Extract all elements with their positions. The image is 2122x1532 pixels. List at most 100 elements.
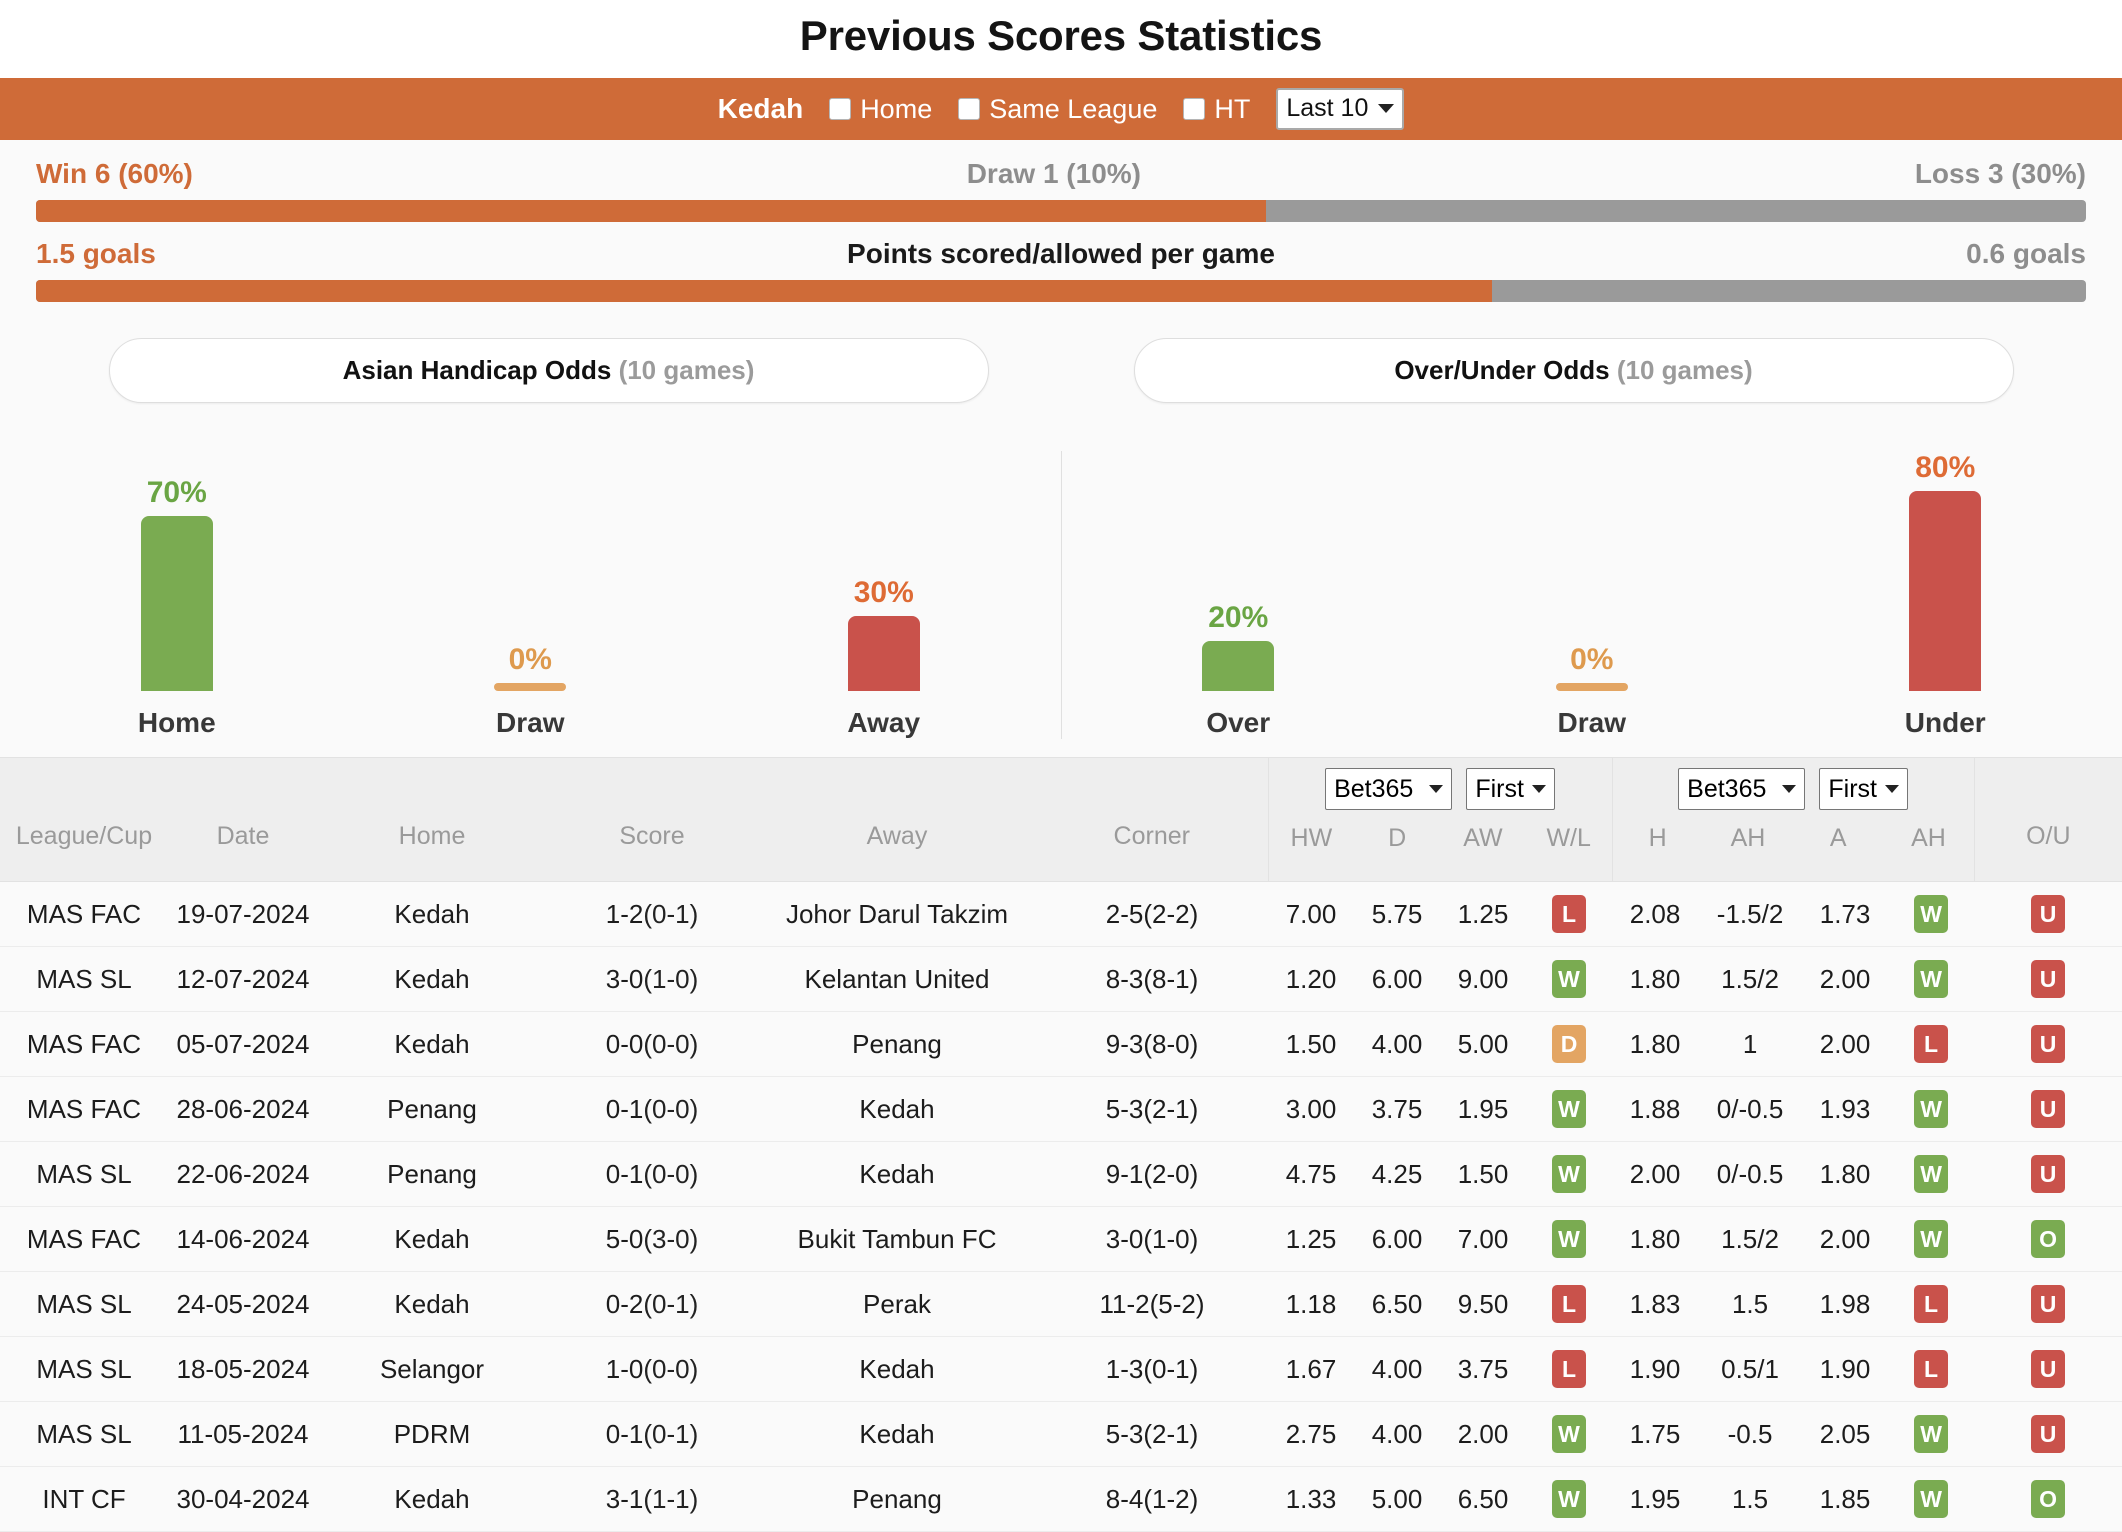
filter-home[interactable]: Home [829, 94, 932, 125]
points-row: 1.5 goals Points scored/allowed per game… [36, 238, 2086, 302]
col-date: Date [168, 758, 318, 882]
bar-category-label: Under [1905, 707, 1986, 739]
cell-away: Kedah [758, 1142, 1036, 1207]
cell-home: Kedah [318, 1467, 546, 1532]
page-title: Previous Scores Statistics [0, 0, 2122, 78]
matches-table-body: MAS FAC19-07-2024Kedah1-2(0-1)Johor Daru… [0, 882, 2122, 1532]
cell-aw: 3.75 [1440, 1337, 1526, 1402]
table-row[interactable]: MAS SL22-06-2024Penang0-1(0-0)Kedah9-1(2… [0, 1142, 2122, 1207]
bar-value-label: 80% [1915, 451, 1975, 485]
score-ht: (0-1) [643, 1289, 698, 1319]
cell-hw: 3.00 [1268, 1077, 1354, 1142]
period-select-2-value: First [1828, 775, 1877, 804]
score-ft: 3-0 [606, 964, 644, 994]
table-row[interactable]: MAS SL18-05-2024Selangor1-0(0-0)Kedah1-3… [0, 1337, 2122, 1402]
subcol-a: A [1793, 810, 1883, 881]
cell-ah-line: 1.5/2 [1698, 947, 1802, 1012]
chevron-down-icon [1532, 785, 1546, 793]
bar-item-home: 70%Home [77, 476, 277, 739]
tab-over-under-odds[interactable]: Over/Under Odds (10 games) [1134, 338, 2014, 403]
over-under-chart: 20%Over0%Draw80%Under [1062, 451, 2122, 739]
col-league: League/Cup [0, 758, 168, 882]
table-row[interactable]: MAS FAC05-07-2024Kedah0-0(0-0)Penang9-3(… [0, 1012, 2122, 1077]
cell-corner: 1-3(0-1) [1036, 1337, 1268, 1402]
cell-date: 05-07-2024 [168, 1012, 318, 1077]
bar-item-away: 30%Away [784, 576, 984, 739]
checkbox-home[interactable] [829, 98, 851, 120]
odds-charts: 70%Home0%Draw30%Away 20%Over0%Draw80%Und… [0, 403, 2122, 757]
subcol-aw: AW [1440, 810, 1526, 881]
bar-item-draw: 0%Draw [1492, 643, 1692, 739]
cell-score: 0-1(0-0) [546, 1142, 758, 1207]
score-ft: 1-0 [606, 1354, 644, 1384]
result-chip-w: W [1552, 1480, 1586, 1518]
table-row[interactable]: MAS FAC19-07-2024Kedah1-2(0-1)Johor Daru… [0, 882, 2122, 947]
chevron-down-icon [1885, 785, 1899, 793]
cell-ah-result: W [1888, 1142, 1974, 1207]
cell-score: 1-0(0-0) [546, 1337, 758, 1402]
period-select-1[interactable]: First [1466, 768, 1555, 810]
score-ft: 0-1 [606, 1159, 644, 1189]
cell-away: Penang [758, 1467, 1036, 1532]
cell-score: 0-1(0-1) [546, 1402, 758, 1467]
tab-asian-handicap-label: Asian Handicap Odds [343, 355, 612, 385]
bar-column [848, 616, 920, 691]
cell-ah-result: W [1888, 947, 1974, 1012]
result-chip-o: O [2031, 1480, 2065, 1518]
col-group-ah: Bet365 First H AH A AH [1612, 758, 1974, 882]
cell-d: 4.25 [1354, 1142, 1440, 1207]
result-chip-l: L [1914, 1285, 1948, 1323]
filter-same-league-label: Same League [989, 94, 1157, 125]
cell-away: Johor Darul Takzim [758, 882, 1036, 947]
range-select-value: Last 10 [1286, 94, 1368, 123]
table-row[interactable]: MAS SL12-07-2024Kedah3-0(1-0)Kelantan Un… [0, 947, 2122, 1012]
table-row[interactable]: INT CF30-04-2024Kedah3-1(1-1)Penang8-4(1… [0, 1467, 2122, 1532]
filter-bar: Kedah Home Same League HT Last 10 [0, 78, 2122, 140]
result-chip-l: L [1552, 1350, 1586, 1388]
range-select[interactable]: Last 10 [1276, 88, 1404, 130]
cell-corner: 2-5(2-2) [1036, 882, 1268, 947]
chevron-down-icon [1429, 785, 1443, 793]
score-ht: (0-0) [643, 1159, 698, 1189]
bookmaker-select-2[interactable]: Bet365 [1678, 768, 1805, 810]
filter-same-league[interactable]: Same League [958, 94, 1157, 125]
filter-ht[interactable]: HT [1183, 94, 1250, 125]
col-away: Away [758, 758, 1036, 882]
bar-category-label: Draw [1558, 707, 1626, 739]
cell-away: Kedah [758, 1337, 1036, 1402]
cell-league: MAS FAC [0, 1077, 168, 1142]
cell-a: 2.05 [1802, 1402, 1888, 1467]
cell-home: Kedah [318, 1272, 546, 1337]
period-select-2[interactable]: First [1819, 768, 1908, 810]
cell-h: 2.08 [1612, 882, 1698, 947]
checkbox-ht[interactable] [1183, 98, 1205, 120]
table-row[interactable]: MAS SL24-05-2024Kedah0-2(0-1)Perak11-2(5… [0, 1272, 2122, 1337]
cell-wl: W [1526, 1467, 1612, 1532]
cell-aw: 6.50 [1440, 1467, 1526, 1532]
bar-column [1909, 491, 1981, 691]
score-ft: 0-1 [606, 1094, 644, 1124]
cell-home: Kedah [318, 882, 546, 947]
checkbox-same-league[interactable] [958, 98, 980, 120]
cell-d: 6.00 [1354, 1207, 1440, 1272]
tab-over-under-label: Over/Under Odds [1394, 355, 1609, 385]
bar-item-draw: 0%Draw [430, 643, 630, 739]
tab-asian-handicap-odds[interactable]: Asian Handicap Odds (10 games) [109, 338, 989, 403]
points-title: Points scored/allowed per game [847, 238, 1275, 270]
cell-hw: 2.75 [1268, 1402, 1354, 1467]
cell-corner: 11-2(5-2) [1036, 1272, 1268, 1337]
chevron-down-icon [1782, 785, 1796, 793]
points-bar [36, 280, 2086, 302]
cell-home: Kedah [318, 1207, 546, 1272]
bookmaker-select-1[interactable]: Bet365 [1325, 768, 1452, 810]
cell-home: PDRM [318, 1402, 546, 1467]
cell-a: 1.98 [1802, 1272, 1888, 1337]
table-row[interactable]: MAS FAC14-06-2024Kedah5-0(3-0)Bukit Tamb… [0, 1207, 2122, 1272]
score-ht: (3-0) [643, 1224, 698, 1254]
cell-hw: 1.18 [1268, 1272, 1354, 1337]
bookmaker-select-1-value: Bet365 [1334, 775, 1413, 804]
cell-ah-line: 1.5 [1698, 1272, 1802, 1337]
cell-corner: 8-4(1-2) [1036, 1467, 1268, 1532]
table-row[interactable]: MAS SL11-05-2024PDRM0-1(0-1)Kedah5-3(2-1… [0, 1402, 2122, 1467]
table-row[interactable]: MAS FAC28-06-2024Penang0-1(0-0)Kedah5-3(… [0, 1077, 2122, 1142]
